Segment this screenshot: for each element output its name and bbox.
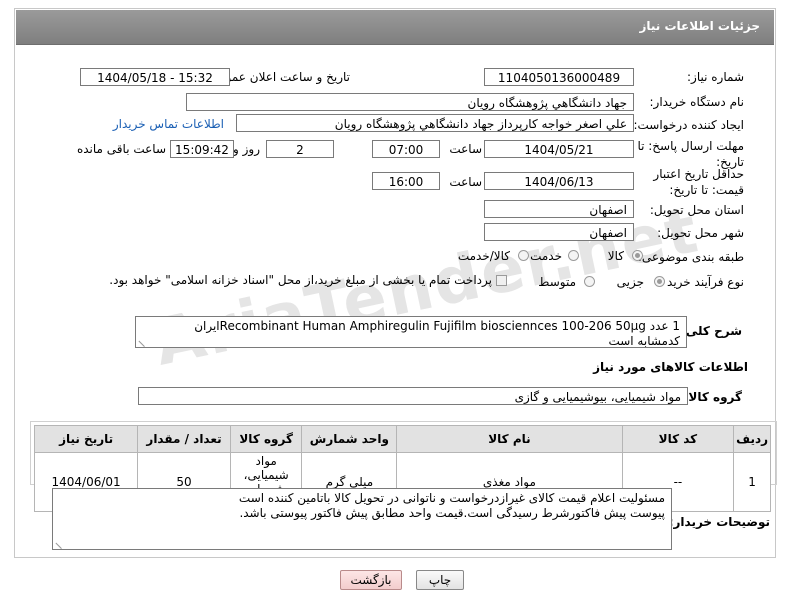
validity-time-label: ساعت <box>449 175 482 189</box>
col-header-name: نام کالا <box>396 425 623 453</box>
col-header-unit: واحد شمارش <box>301 425 398 453</box>
buyer-notes-label: توضیحات خریدار: <box>668 515 770 529</box>
process-label: نوع فرآیند خرید : <box>659 275 744 289</box>
category-radio-goods[interactable] <box>632 250 643 261</box>
process-radio-minor[interactable] <box>654 276 665 287</box>
description-line-2: کدمشابه است <box>608 334 680 348</box>
category-label: طبقه بندی موضوعی: <box>637 250 744 264</box>
validity-date-field: 1404/06/13 <box>484 172 634 190</box>
description-line-1: 1 عدد Recombinant Human Amphiregulin Fuj… <box>194 319 680 333</box>
days-label: روز و <box>233 142 260 156</box>
creator-label: ایجاد کننده درخواست: <box>633 118 744 132</box>
description-textarea[interactable]: 1 عدد Recombinant Human Amphiregulin Fuj… <box>135 316 687 348</box>
category-option-goods: کالا <box>607 249 624 263</box>
validity-label: حداقل تاریخ اعتبار قیمت: تا تاریخ: <box>653 167 744 197</box>
deadline-date-field: 1404/05/21 <box>484 140 634 158</box>
need-number-field: 1104050136000489 <box>484 68 634 86</box>
col-header-date: تاریخ نیاز <box>33 425 139 453</box>
goods-section-title: اطلاعات کالاهای مورد نیاز <box>593 360 748 374</box>
goods-group-label: گروه کالا: <box>683 390 742 404</box>
province-label: استان محل تحویل: <box>649 203 744 217</box>
col-header-row: ردیف <box>733 425 771 453</box>
process-option-medium: متوسط <box>538 275 576 289</box>
need-number-label: شماره نیاز: <box>687 70 744 84</box>
deadline-time-label: ساعت <box>449 142 482 156</box>
goods-group-field: مواد شیمیایی، بیوشیمیایی و گازی <box>138 387 688 405</box>
resize-grip-icon[interactable] <box>55 536 68 549</box>
print-button[interactable]: چاپ <box>416 570 464 590</box>
col-header-group: گروه کالا <box>229 425 303 453</box>
buyer-notes-textarea[interactable]: مسئولیت اعلام قیمت کالای غیرازدرخواست و … <box>52 488 672 550</box>
category-option-service: خدمت <box>530 249 562 263</box>
creator-field: علي اصغر خواجه کارپرداز جهاد دانشگاهي پژ… <box>236 114 634 132</box>
col-header-code: کد کالا <box>621 425 735 453</box>
treasury-checkbox[interactable] <box>496 275 507 286</box>
category-radio-service[interactable] <box>568 250 579 261</box>
category-option-both: کالا/خدمت <box>457 249 510 263</box>
validity-time-field: 16:00 <box>372 172 440 190</box>
remaining-label: ساعت باقی مانده <box>76 142 166 156</box>
city-field: اصفهان <box>484 223 634 241</box>
back-button[interactable]: بازگشت <box>340 570 402 590</box>
cell-row: 1 <box>733 452 771 512</box>
buyer-org-label: نام دستگاه خریدار: <box>649 95 745 109</box>
announce-field: 1404/05/18 - 15:32 <box>80 68 230 86</box>
page-header: جزئیات اطلاعات نیاز <box>16 10 774 45</box>
payment-note: پرداخت تمام یا بخشی از مبلغ خرید،از محل … <box>109 273 492 287</box>
contact-info-link[interactable]: اطلاعات تماس خریدار <box>113 117 224 131</box>
buyer-org-field: جهاد دانشگاهي پژوهشگاه رويان <box>186 93 634 111</box>
process-option-minor: جزیی <box>616 275 644 289</box>
page-title: جزئیات اطلاعات نیاز <box>639 19 760 33</box>
buyer-notes-line-2: پیوست پیش فاکتورشرط رسیدگی است.قیمت واحد… <box>239 506 665 520</box>
category-radio-both[interactable] <box>518 250 529 261</box>
buyer-notes-line-1: مسئولیت اعلام قیمت کالای غیرازدرخواست و … <box>238 491 665 505</box>
process-radio-medium[interactable] <box>584 276 595 287</box>
deadline-time-field: 07:00 <box>372 140 440 158</box>
remaining-time-field: 15:09:42 <box>170 140 234 158</box>
days-field: 2 <box>266 140 334 158</box>
city-label: شهر محل تحویل: <box>657 226 744 240</box>
col-header-qty: تعداد / مقدار <box>137 425 231 453</box>
province-field: اصفهان <box>484 200 634 218</box>
